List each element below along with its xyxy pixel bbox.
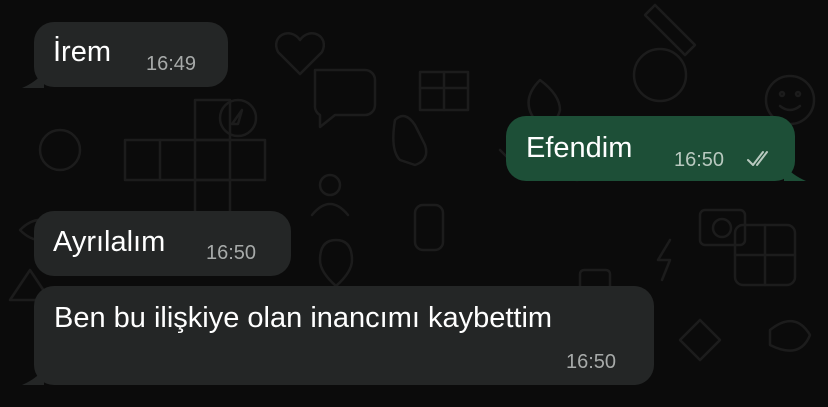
- message-text: Ayrılalım: [53, 226, 166, 258]
- message-text: Ben bu ilişkiye olan inancımı kaybettim: [54, 302, 553, 334]
- bubble-tail-incoming: [22, 72, 44, 88]
- message-bubble-incoming[interactable]: İrem 16:49: [34, 22, 228, 87]
- message-timestamp: 16:50: [206, 242, 257, 264]
- bubble-tail-incoming: [22, 369, 44, 385]
- message-timestamp: 16:49: [146, 53, 197, 75]
- message-text: İrem: [53, 36, 111, 68]
- message-timestamp: 16:50: [566, 351, 617, 373]
- message-bubble-outgoing[interactable]: Efendim 16:50: [506, 116, 795, 181]
- message-text: Efendim: [526, 132, 633, 164]
- message-timestamp: 16:50: [674, 149, 725, 171]
- message-bubble-incoming[interactable]: Ayrılalım 16:50: [34, 211, 291, 276]
- crossword-doodle: [123, 98, 267, 222]
- message-bubble-incoming[interactable]: Ben bu ilişkiye olan inancımı kaybettim …: [34, 286, 654, 385]
- bubble-tail-outgoing: [784, 165, 806, 181]
- double-check-read-icon: [747, 151, 768, 166]
